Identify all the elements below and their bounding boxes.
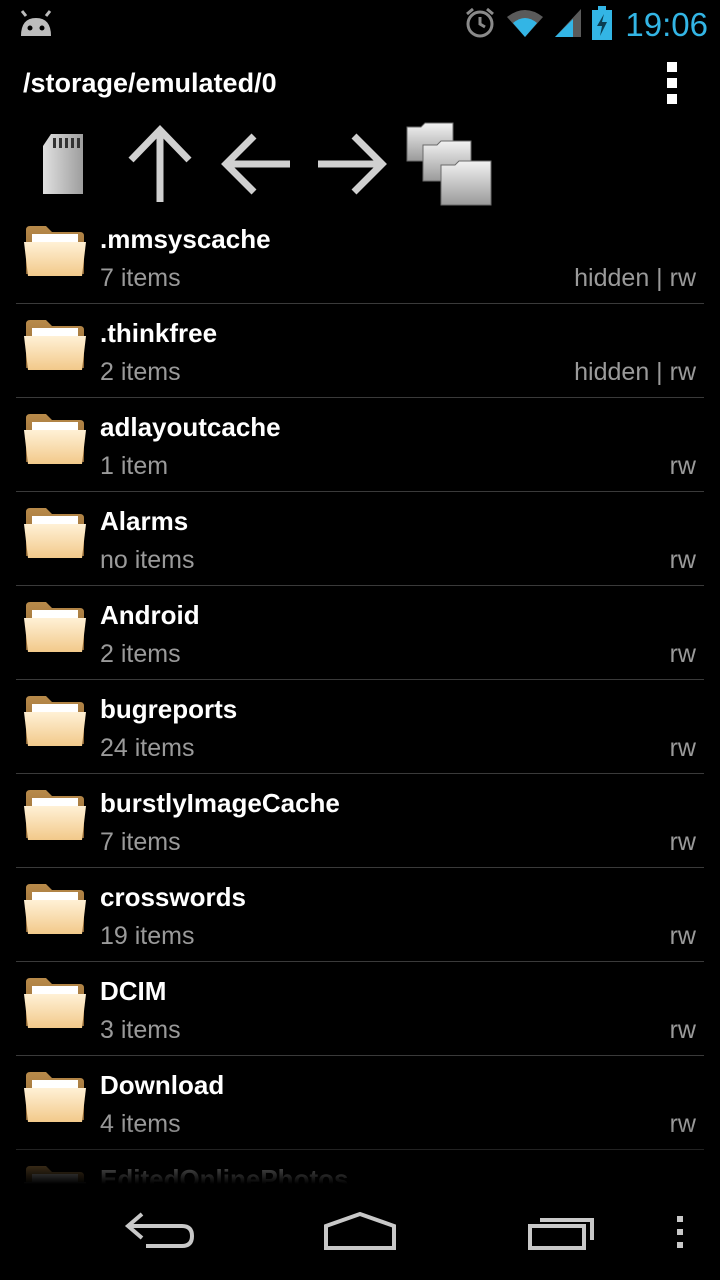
folder-name: .mmsyscache (100, 224, 271, 254)
menu-icon (677, 1216, 683, 1248)
folder-item-count: 4 items (100, 1110, 181, 1138)
overflow-menu-icon[interactable] (660, 62, 684, 106)
folder-permissions: rw (669, 546, 696, 574)
status-bar: 19:06 (0, 0, 720, 50)
folder-permissions: hidden | rw (574, 358, 696, 386)
folder-name: adlayoutcache (100, 412, 281, 442)
folder-row[interactable]: adlayoutcache 1 item rw (16, 398, 704, 492)
status-clock: 19:06 (625, 6, 708, 43)
nav-menu-button[interactable] (660, 1184, 700, 1280)
folder-item-count: 2 items (100, 640, 181, 668)
sd-card-icon (43, 134, 83, 194)
folder-icon (24, 318, 86, 377)
folder-permissions: rw (669, 828, 696, 856)
folder-name: bugreports (100, 694, 238, 724)
multi-select-button[interactable] (404, 118, 494, 210)
folder-name: Alarms (100, 506, 189, 536)
folder-item-count: 7 items (100, 828, 181, 856)
folder-icon (24, 1164, 86, 1184)
action-bar: /storage/emulated/0 (0, 52, 720, 116)
current-path-title: /storage/emulated/0 (23, 68, 277, 98)
folder-item-count: 7 items (100, 264, 181, 292)
home-icon (324, 1212, 396, 1250)
back-button[interactable] (218, 118, 294, 210)
system-nav-bar (0, 1184, 720, 1280)
folder-name: crosswords (100, 882, 246, 912)
arrow-right-icon (318, 133, 387, 195)
folder-row[interactable]: Alarms no items rw (16, 492, 704, 586)
folder-item-count: 24 items (100, 734, 195, 762)
folder-permissions: rw (669, 734, 696, 762)
file-list[interactable]: .mmsyscache 7 items hidden | rw .thinkfr… (16, 210, 704, 1184)
folder-icon (24, 506, 86, 565)
folder-name: burstlyImageCache (100, 788, 340, 818)
folder-row[interactable]: burstlyImageCache 7 items rw (16, 774, 704, 868)
wifi-icon (505, 7, 545, 44)
folder-permissions: rw (669, 922, 696, 950)
nav-recents-button[interactable] (512, 1184, 612, 1280)
forward-button[interactable] (314, 118, 390, 210)
alarm-icon (463, 6, 497, 45)
folder-permissions: rw (669, 452, 696, 480)
folder-item-count: 19 items (100, 922, 195, 950)
android-icon (18, 10, 54, 43)
folder-icon (24, 976, 86, 1035)
sd-card-button[interactable] (30, 118, 96, 210)
folder-item-count: 3 items (100, 1016, 181, 1044)
folder-row[interactable]: EditedOnlinePhotos (16, 1150, 704, 1184)
folder-row[interactable]: .mmsyscache 7 items hidden | rw (16, 210, 704, 304)
folder-row[interactable]: Android 2 items rw (16, 586, 704, 680)
folder-permissions: hidden | rw (574, 264, 696, 292)
recents-icon (528, 1218, 594, 1250)
folder-name: DCIM (100, 976, 167, 1006)
folder-icon (24, 1070, 86, 1129)
nav-home-button[interactable] (310, 1184, 410, 1280)
nav-back-button[interactable] (110, 1184, 210, 1280)
folder-icon (24, 224, 86, 283)
folder-name: Android (100, 600, 200, 630)
signal-icon (553, 7, 583, 44)
folder-row[interactable]: crosswords 19 items rw (16, 868, 704, 962)
folder-icon (24, 788, 86, 847)
folder-icon (24, 600, 86, 659)
stacked-folders-icon (406, 122, 492, 206)
arrow-up-icon (128, 124, 192, 202)
folder-row[interactable]: bugreports 24 items rw (16, 680, 704, 774)
folder-icon (24, 882, 86, 941)
folder-name: .thinkfree (100, 318, 218, 348)
battery-charging-icon (591, 5, 613, 45)
folder-item-count: 1 item (100, 452, 169, 480)
navigation-toolbar (0, 118, 720, 210)
folder-item-count: no items (100, 546, 195, 574)
folder-permissions: rw (669, 1016, 696, 1044)
folder-row[interactable]: DCIM 3 items rw (16, 962, 704, 1056)
folder-permissions: rw (669, 1110, 696, 1138)
up-button[interactable] (122, 118, 198, 210)
folder-icon (24, 412, 86, 471)
folder-row[interactable]: .thinkfree 2 items hidden | rw (16, 304, 704, 398)
folder-icon (24, 694, 86, 753)
arrow-left-icon (221, 133, 290, 195)
back-icon (124, 1212, 195, 1248)
folder-name: EditedOnlinePhotos (100, 1164, 349, 1184)
folder-item-count: 2 items (100, 358, 181, 386)
folder-permissions: rw (669, 640, 696, 668)
folder-row[interactable]: Download 4 items rw (16, 1056, 704, 1150)
folder-name: Download (100, 1070, 225, 1100)
